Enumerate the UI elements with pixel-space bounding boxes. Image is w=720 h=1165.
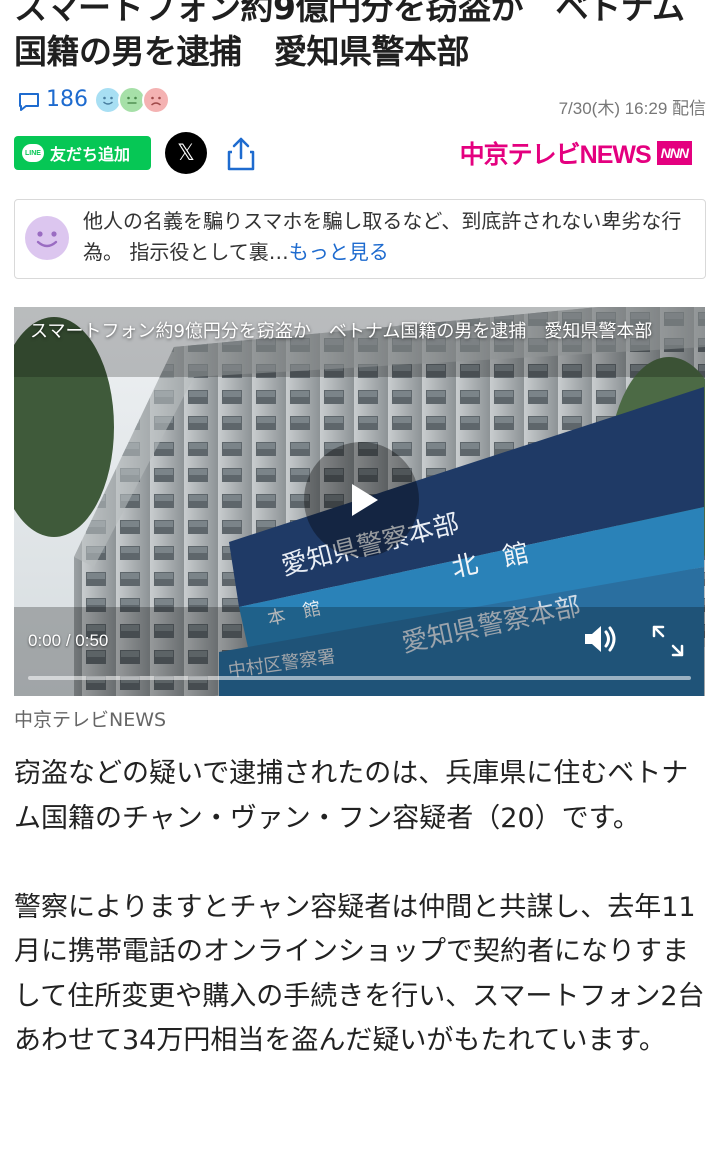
line-button-label: 友だち追加 xyxy=(50,145,131,164)
reaction-face-icon xyxy=(142,86,170,114)
reaction-summary[interactable] xyxy=(94,86,184,116)
comment-count[interactable]: 186 xyxy=(46,87,88,112)
time-readout: 0:00 / 0:50 xyxy=(28,631,108,651)
image-credit: 中京テレビNEWS xyxy=(14,709,167,731)
smile-face-icon xyxy=(25,216,69,260)
current-time: 0:00 xyxy=(28,631,62,650)
article-body: 窃盗などの疑いで逮捕されたのは、兵庫県に住むベトナム国籍のチャン・ヴァン・フン容… xyxy=(14,752,706,1108)
x-share-button[interactable]: 𝕏 xyxy=(165,132,207,174)
publish-date: 7/30(木) 16:29 配信 xyxy=(558,99,706,118)
video-player[interactable]: 愛知県警察本部 北 館 本 館 愛知県警察本部 中村区警察署 スマートフォン約9… xyxy=(14,307,705,696)
line-add-friend-button[interactable]: LINE 友だち追加 xyxy=(14,136,151,170)
time-separator: / xyxy=(65,631,71,650)
video-title: スマートフォン約9億円分を窃盗か ベトナム国籍の男を逮捕 愛知県警本部 xyxy=(30,321,653,342)
comment-icon[interactable] xyxy=(18,92,40,112)
play-button[interactable] xyxy=(304,442,419,557)
line-logo-icon: LINE xyxy=(22,144,44,162)
summary-text: 他人の名義を騙りスマホを騙し取るなど、到底許されない卑劣な行為。 指示役として裏… xyxy=(83,206,699,268)
article-paragraph: 警察によりますとチャン容疑者は仲間と共謀し、去年11月に携帯電話のオンラインショ… xyxy=(14,891,705,1057)
publisher-badge: NNN xyxy=(656,141,692,165)
share-bar: LINE 友だち追加 𝕏 中京テレビNEWS NNN xyxy=(14,132,706,176)
duration: 0:50 xyxy=(75,631,109,650)
publisher-name: 中京テレビNEWS xyxy=(459,141,652,169)
see-more-link[interactable]: もっと見る xyxy=(289,240,389,264)
ai-summary-box[interactable]: 他人の名義を騙りスマホを騙し取るなど、到底許されない卑劣な行為。 指示役として裏… xyxy=(14,199,706,279)
share-icon[interactable] xyxy=(226,136,256,172)
progress-bar[interactable] xyxy=(28,676,691,680)
fullscreen-icon[interactable] xyxy=(650,623,686,659)
x-logo-icon: 𝕏 xyxy=(177,140,195,166)
article-meta: 186 7/30(木) 16:29 配信 xyxy=(14,84,706,120)
article-title: スマートフォン約9億円分を窃盗か ベトナム国籍の男を逮捕 愛知県警本部 xyxy=(14,0,685,71)
play-icon xyxy=(351,483,378,516)
publisher-logo[interactable]: 中京テレビNEWS NNN xyxy=(460,134,692,172)
article-paragraph: 窃盗などの疑いで逮捕されたのは、兵庫県に住むベトナム国籍のチャン・ヴァン・フン容… xyxy=(14,758,689,834)
volume-icon[interactable] xyxy=(580,619,620,659)
